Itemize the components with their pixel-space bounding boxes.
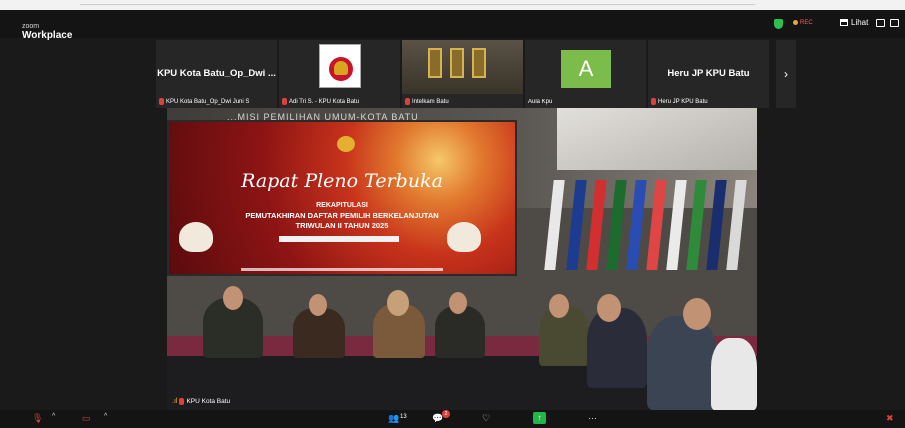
attendee (647, 316, 717, 410)
minimize-window-icon[interactable] (876, 19, 885, 27)
gallery-grid-icon (840, 19, 848, 26)
flag (566, 180, 587, 270)
participant-tile[interactable]: Intelkam Batu (402, 40, 523, 108)
leave-icon[interactable]: ✖ (886, 413, 894, 424)
active-speaker-label: .ıl KPU Kota Batu (172, 398, 230, 405)
attendee (587, 308, 647, 388)
flag (646, 180, 667, 270)
flag (544, 180, 565, 270)
flag (626, 180, 647, 270)
mic-muted-icon (159, 98, 164, 105)
brand-name: Workplace (22, 30, 73, 41)
chat-badge: 2 (442, 410, 450, 418)
participant-name: Heru JP KPU Batu (667, 68, 750, 79)
garuda-emblem (334, 61, 348, 75)
more-options-icon[interactable]: ⋯ (588, 413, 597, 424)
caption-text: Intelkam Batu (412, 98, 449, 105)
kpu-emblem-icon (337, 136, 355, 152)
recording-indicator[interactable]: REC (793, 20, 813, 26)
audio-options-caret-icon[interactable]: ^ (52, 413, 55, 420)
mic-muted-icon (651, 98, 656, 105)
divider (80, 4, 755, 5)
meeting-controls-bar (0, 410, 905, 428)
flag (606, 180, 627, 270)
mascot-right (447, 222, 481, 252)
participant-strip: KPU Kota Batu_Op_Dwi ... KPU Kota Batu_O… (156, 40, 769, 108)
rec-label: REC (800, 20, 813, 27)
kpu-logo-image (319, 44, 361, 88)
participants-icon[interactable]: 👥 (388, 413, 399, 424)
participant-tile[interactable]: KPU Kota Batu_Op_Dwi ... KPU Kota Batu_O… (156, 40, 277, 108)
screen-footer (241, 268, 443, 271)
attendee-head (597, 294, 621, 322)
caption-text: Aula Kpu (528, 99, 553, 105)
flag (586, 180, 607, 270)
mic-muted-icon (405, 98, 410, 105)
app-brand: zoom Workplace (22, 23, 72, 41)
start-video-icon[interactable]: ▭ (82, 413, 91, 424)
unmute-mic-icon[interactable]: 🎙 (32, 413, 43, 424)
brand-small: zoom (22, 23, 40, 30)
attendee-head (549, 294, 569, 318)
participant-caption: Intelkam Batu (405, 98, 449, 105)
share-screen-icon[interactable]: ↑ (533, 412, 546, 424)
main-video[interactable]: ...MISI PEMILIHAN UMUM-KOTA BATU Rapat P… (167, 108, 757, 410)
scene-object (450, 48, 464, 78)
screen-line-2: PEMUTAKHIRAN DAFTAR PEMILIH BERKELANJUTA… (245, 211, 439, 220)
attendee-head (387, 290, 409, 316)
fullscreen-icon[interactable] (890, 19, 899, 27)
encryption-shield-icon[interactable] (774, 19, 783, 29)
title-bar: zoom Workplace (0, 10, 905, 41)
participant-caption: Heru JP KPU Batu (651, 98, 708, 105)
screen-line-1: REKAPITULASI (316, 202, 368, 209)
caption-text: Heru JP KPU Batu (658, 98, 708, 105)
attendee-head (223, 286, 243, 310)
mic-muted-icon (282, 98, 287, 105)
mascot-left (179, 222, 213, 252)
caption-text: Adi Tri S. - KPU Kota Batu (289, 98, 360, 105)
speaker-name: KPU Kota Batu (186, 398, 231, 405)
signal-icon: .ıl (172, 398, 178, 405)
attendee-head (309, 294, 327, 316)
party-flags (544, 180, 747, 300)
participant-caption: KPU Kota Batu_Op_Dwi Juni S (159, 98, 249, 105)
attendee-head (449, 292, 467, 314)
scene-object (472, 48, 486, 78)
reactions-heart-icon[interactable]: ♡ (482, 413, 490, 424)
attendee (711, 338, 757, 410)
attendee-head (683, 298, 711, 330)
flag (726, 180, 747, 270)
view-button[interactable]: Lihat (840, 18, 868, 27)
participant-tile[interactable]: Adi Tri S. - KPU Kota Batu (279, 40, 400, 108)
participant-avatar: A (561, 50, 611, 88)
next-page-button[interactable]: › (776, 40, 796, 108)
screen-bar (279, 236, 399, 242)
view-label: Lihat (851, 18, 869, 27)
screen-title: Rapat Pleno Terbuka (241, 170, 443, 192)
participant-name: KPU Kota Batu_Op_Dwi ... (157, 68, 276, 79)
participant-caption: Aula Kpu (528, 99, 552, 105)
browser-top-strip (0, 0, 905, 10)
camera-feed-image (402, 40, 523, 94)
record-dot-icon (793, 20, 798, 25)
flag (666, 180, 687, 270)
flag (706, 180, 727, 270)
projection-screen: Rapat Pleno Terbuka REKAPITULASI PEMUTAK… (167, 120, 517, 276)
participants-count: 13 (400, 414, 407, 420)
participant-tile[interactable]: Heru JP KPU Batu Heru JP KPU Batu (648, 40, 769, 108)
room-ceiling (557, 108, 757, 170)
attendee (435, 306, 485, 358)
video-options-caret-icon[interactable]: ^ (104, 413, 107, 420)
mic-muted-icon (179, 398, 185, 405)
participant-tile[interactable]: A Aula Kpu (525, 40, 646, 108)
flag (686, 180, 707, 270)
scene-object (428, 48, 442, 78)
caption-text: KPU Kota Batu_Op_Dwi Juni S (166, 98, 250, 105)
participant-caption: Adi Tri S. - KPU Kota Batu (282, 98, 359, 105)
